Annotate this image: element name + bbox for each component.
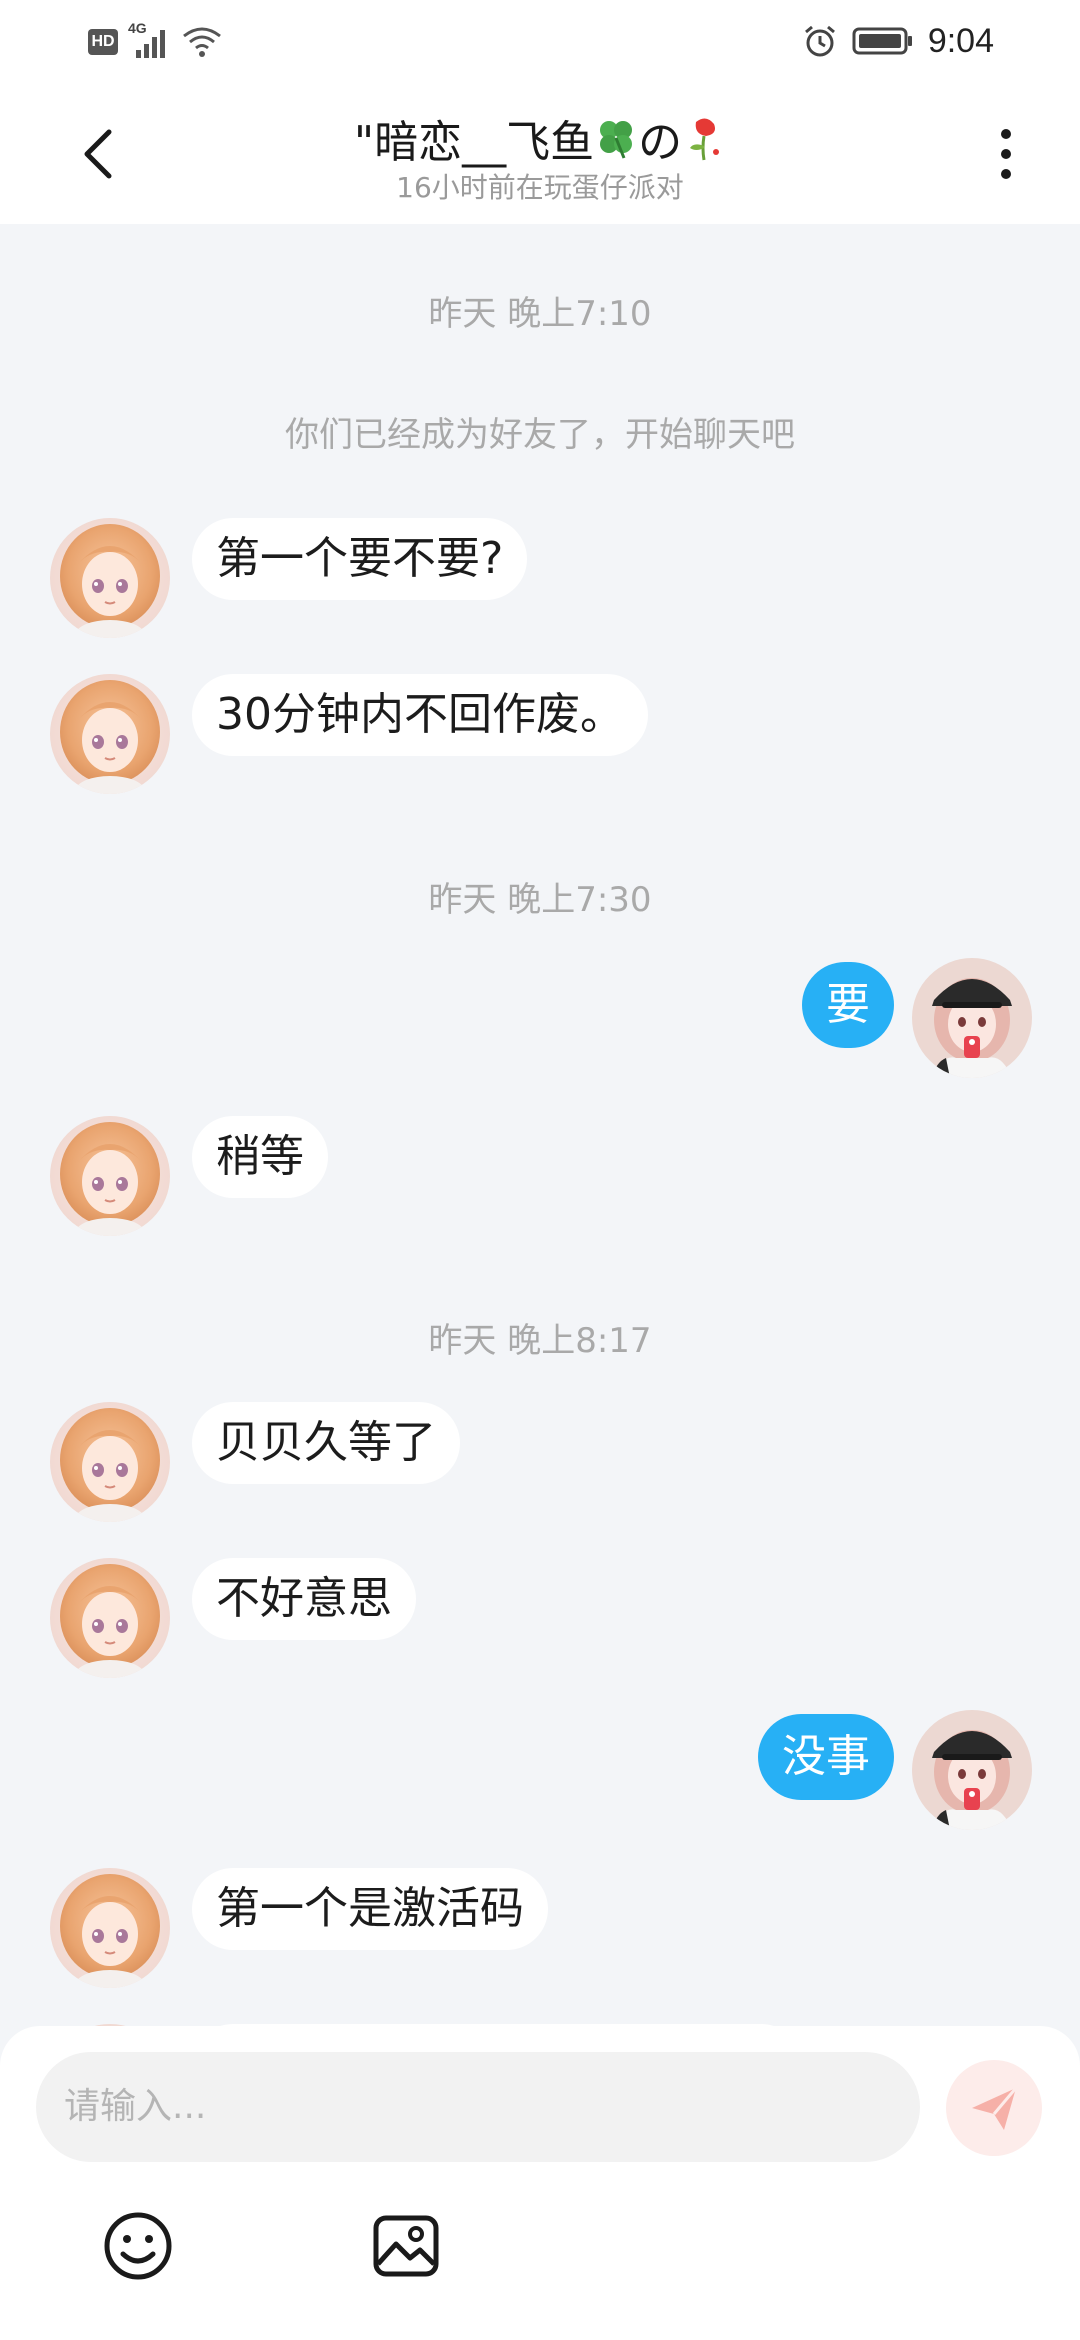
message-list[interactable]: 昨天 晚上7:10 你们已经成为好友了，开始聊天吧 第一个要不要? 30分钟内不… [0, 224, 1080, 2034]
contact-avatar[interactable] [50, 1868, 170, 1988]
system-note: 你们已经成为好友了，开始聊天吧 [285, 415, 795, 455]
clover-emoji-icon [600, 121, 633, 159]
incoming-message[interactable]: 稍等 [192, 1116, 328, 1198]
contact-name-mid: の [638, 117, 683, 168]
status-bar-left: HD 4G [88, 20, 222, 62]
contact-avatar[interactable] [50, 518, 170, 638]
wifi-icon [182, 24, 222, 60]
contact-avatar[interactable] [50, 1116, 170, 1236]
send-icon [972, 2087, 1018, 2130]
incoming-message[interactable]: 第一个要不要? [192, 518, 528, 600]
more-options-button[interactable] [976, 116, 1036, 192]
incoming-message[interactable]: 贝贝久等了 [192, 1402, 460, 1484]
message-input[interactable]: 请输入... [36, 2052, 920, 2162]
incoming-message[interactable]: 第一个是激活码 [192, 1868, 548, 1950]
contact-avatar[interactable] [50, 1402, 170, 1522]
message-composer: 请输入... [0, 2026, 1080, 2340]
my-avatar[interactable] [912, 958, 1032, 1078]
more-vertical-icon [1001, 129, 1011, 179]
contact-name: "暗恋__飞鱼 の [0, 106, 1080, 170]
incoming-message[interactable]: 30分钟内不回作废。 [192, 674, 648, 756]
hd-icon: HD [88, 29, 118, 55]
wilted-rose-emoji-icon [690, 118, 720, 161]
timestamp: 昨天 晚上7:30 [428, 880, 652, 920]
my-avatar[interactable] [912, 1710, 1032, 1830]
incoming-message[interactable]: 不好意思 [192, 1558, 416, 1640]
outgoing-message[interactable]: 没事 [758, 1714, 894, 1800]
emoji-icon [104, 2212, 172, 2280]
timestamp: 昨天 晚上7:10 [428, 294, 652, 334]
image-icon [373, 2215, 439, 2277]
outgoing-message[interactable]: 要 [802, 962, 894, 1048]
contact-name-prefix: "暗恋__飞鱼 [353, 117, 595, 168]
contact-status: 16小时前在玩蛋仔派对 [396, 171, 684, 204]
emoji-button[interactable] [98, 2206, 178, 2286]
status-bar: HD 4G 9:04 [0, 0, 1080, 82]
send-button[interactable] [946, 2060, 1042, 2156]
status-time: 9:04 [927, 21, 994, 60]
battery-icon [852, 26, 914, 56]
timestamp: 昨天 晚上8:17 [428, 1321, 652, 1361]
chat-header: "暗恋__飞鱼 の 16小时前在玩蛋仔派对 [0, 82, 1080, 224]
status-bar-right: 9:04 [802, 18, 994, 64]
image-button[interactable] [366, 2206, 446, 2286]
contact-avatar[interactable] [50, 1558, 170, 1678]
alarm-icon [802, 23, 838, 59]
contact-avatar[interactable] [50, 674, 170, 794]
signal-icon: 4G [128, 20, 172, 60]
